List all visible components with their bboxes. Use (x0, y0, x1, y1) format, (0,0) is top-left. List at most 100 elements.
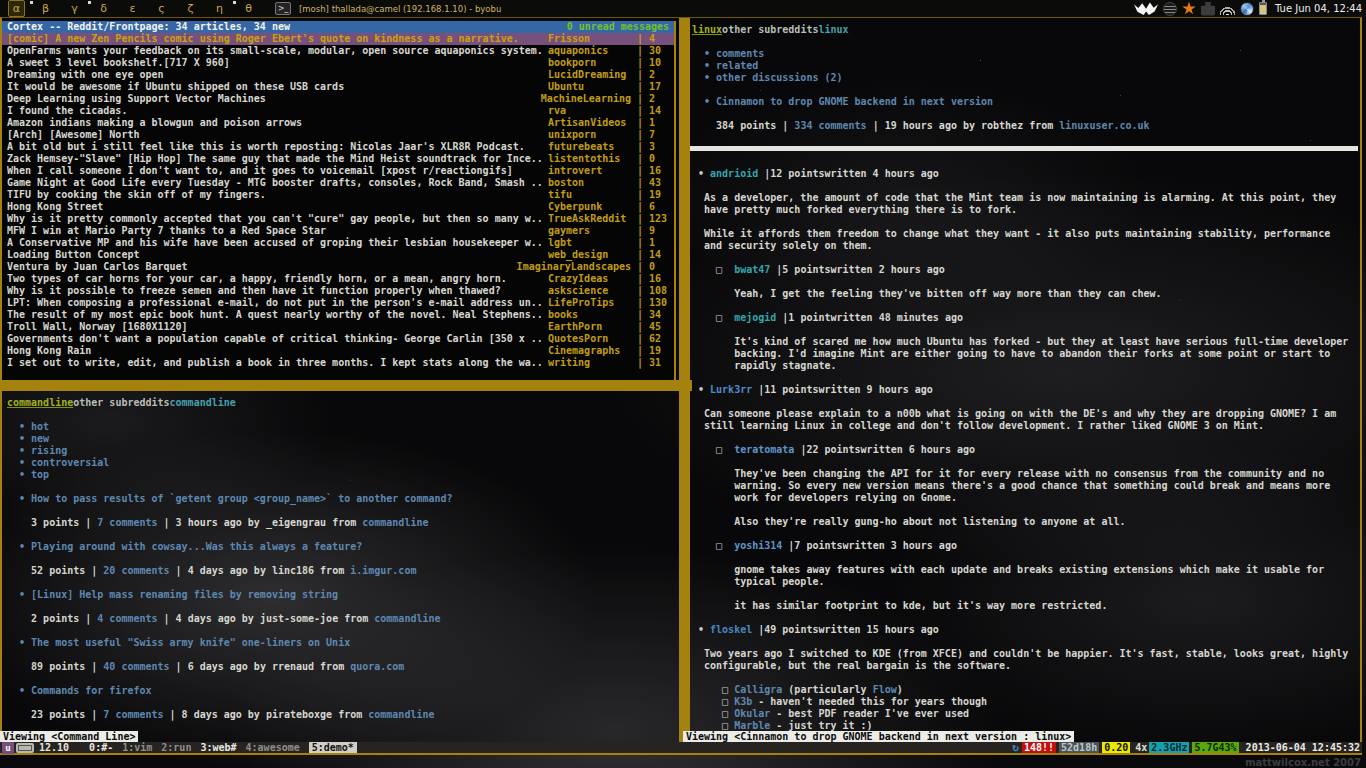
article-title: [Arch] [Awesome] North (7, 129, 544, 141)
article-row[interactable]: The result of my most epic book hunt. A … (2, 309, 674, 321)
plugin-tray-icon[interactable] (1201, 2, 1215, 16)
article-row[interactable]: When I call someone I don't want to, and… (2, 165, 674, 177)
tmux-window-5[interactable]: 5:demo* (309, 742, 357, 753)
article-row[interactable]: Why is it pretty commonly accepted that … (2, 213, 674, 225)
starburst-tray-icon[interactable] (1182, 2, 1196, 16)
article-row[interactable]: It would be awesome if Ubuntu shipped on… (2, 81, 674, 93)
article-meta: lgbt| 1 (548, 237, 668, 249)
post-meta: 52 points | 20 comments | 4 days ago by … (2, 565, 678, 577)
tmux-window-2[interactable]: 2:run (161, 742, 191, 753)
battery-icon[interactable] (1259, 2, 1267, 15)
article-title: Governments don't want a population capa… (7, 333, 544, 345)
blank-line (690, 252, 1362, 264)
subreddit-tab[interactable]: commandline (170, 397, 236, 408)
article-row[interactable]: Two types of car horns for your car, a h… (2, 273, 674, 285)
comment-header[interactable]: • floskel |49 pointswritten 15 hours ago (690, 624, 1362, 636)
terminal-icon[interactable]: >_ (275, 2, 291, 15)
tmux-window-0[interactable]: 0:#- (89, 742, 113, 753)
post-link[interactable]: • The most useful "Swiss army knife" one… (2, 637, 678, 649)
article-row[interactable]: I found the cicadas.rva| 14 (2, 105, 674, 117)
status-segment-6: 2013-06-04 12:45:32 (1244, 742, 1362, 753)
article-row[interactable]: Governments don't want a population capa… (2, 333, 674, 345)
article-row[interactable]: Amazon indians making a blowgun and pois… (2, 117, 674, 129)
post-link[interactable]: • Playing around with cowsay...Was this … (2, 541, 678, 553)
pane-divider-horizontal[interactable] (0, 380, 692, 391)
section-link-comments[interactable]: • comments (690, 48, 1362, 60)
comment-header[interactable]: □ teratomata |22 pointswritten 6 hours a… (690, 444, 1362, 456)
section-link-rising[interactable]: • rising (2, 445, 678, 457)
tmux-window-1[interactable]: 1:vim (122, 742, 152, 753)
comment-header[interactable]: □ yoshi314 |7 pointswritten 3 hours ago (690, 540, 1362, 552)
article-subreddit: boston (548, 177, 637, 189)
article-row[interactable]: TIFU by cooking the skin off of my finge… (2, 189, 674, 201)
blank-line (690, 132, 1362, 144)
post-link[interactable]: • Commands for firefox (2, 685, 678, 697)
section-link-related[interactable]: • related (690, 60, 1362, 72)
section-link-new[interactable]: • new (2, 433, 678, 445)
active-subreddit-tab[interactable]: linux (692, 24, 722, 35)
subreddit-tab[interactable]: linux (818, 24, 848, 35)
blank-line (690, 396, 1362, 408)
article-row[interactable]: Why is it possible to freeze semen and t… (2, 285, 674, 297)
blank-line (2, 673, 678, 685)
article-row[interactable]: I set out to write, edit, and publish a … (2, 357, 674, 369)
article-row[interactable]: [Arch] [Awesome] Northunixporn| 7 (2, 129, 674, 141)
workspace-9[interactable]: θ (240, 1, 257, 16)
workspace-3[interactable]: γ (66, 1, 83, 16)
article-row[interactable]: A sweet 3 level bookshelf.[717 X 960]boo… (2, 57, 674, 69)
article-row[interactable]: Game Night at Good Life every Tuesday - … (2, 177, 674, 189)
post-link[interactable]: • [Linux] Help mass renaming files by re… (2, 589, 678, 601)
article-row[interactable]: Troll Wall, Norway [1680X1120]EarthPorn|… (2, 321, 674, 333)
workspace-4[interactable]: δ (95, 1, 112, 16)
article-count: | 16 (637, 273, 668, 285)
clock[interactable]: Tue Jun 04, 12:44 (1275, 3, 1362, 14)
article-row[interactable]: Zack Hemsey-"Slave" [Hip Hop] The same g… (2, 153, 674, 165)
music-tray-icon[interactable] (1163, 2, 1177, 16)
article-row[interactable]: MFW I win at Mario Party 7 thanks to a R… (2, 225, 674, 237)
article-row[interactable]: Deep Learning using Support Vector Machi… (2, 93, 674, 105)
tmux-window-4[interactable]: 4:awesome (246, 742, 300, 753)
bird-tray-icon[interactable] (1134, 2, 1158, 16)
blank-line (690, 156, 1362, 168)
article-row[interactable]: [comic] A new Zen Pencils comic using Ro… (2, 33, 674, 45)
comment-header[interactable]: □ mejogid |1 pointwritten 48 minutes ago (690, 312, 1362, 324)
article-title: Loading Button Concept (7, 249, 544, 261)
section-link-top[interactable]: • top (2, 469, 678, 481)
cortex-header-title: Cortex -- Reddit/Frontpage: 34 articles,… (7, 21, 290, 33)
comment-header[interactable]: □ bwat47 |5 pointswritten 2 hours ago (690, 264, 1362, 276)
workspace-6[interactable]: ς (153, 1, 170, 16)
workspace-8[interactable]: η (211, 1, 228, 16)
comment-list-item[interactable]: □ Calligra (particularly Flow) (690, 684, 1362, 696)
wifi-icon[interactable] (1220, 6, 1235, 15)
article-row[interactable]: LPT: When composing a professional e-mai… (2, 297, 674, 309)
post-link[interactable]: • How to pass results of `getent group <… (2, 493, 678, 505)
comment-list-item[interactable]: □ K3b - haven't needed this for years th… (690, 696, 1362, 708)
status-segment-4: 2.3GHz (1149, 742, 1189, 753)
article-row[interactable]: Ventura by Juan Carlos BarquetImaginaryL… (2, 261, 674, 273)
article-row[interactable]: Loading Button Conceptweb_design| 14 (2, 249, 674, 261)
article-row[interactable]: Dreaming with one eye openLucidDreaming|… (2, 69, 674, 81)
tmux-window-3[interactable]: 3:web# (200, 742, 236, 753)
article-meta: MachineLearning| 2 (541, 93, 668, 105)
section-link-hot[interactable]: • hot (2, 421, 678, 433)
workspace-7[interactable]: ζ (182, 1, 199, 16)
section-link-controversial[interactable]: • controversial (2, 457, 678, 469)
article-row[interactable]: Hong Kong RainCinemagraphs| 19 (2, 345, 674, 357)
top-panel: αβγδεςζηθ >_ [mosh] thallada@camel (192.… (0, 0, 1366, 17)
release-version: 12.10 (39, 742, 69, 753)
comment-header[interactable]: • andrioid |12 pointswritten 4 hours ago (690, 168, 1362, 180)
post-title-link[interactable]: • Cinnamon to drop GNOME backend in next… (690, 96, 1362, 108)
swirl-tray-icon[interactable] (1240, 2, 1254, 16)
article-row[interactable]: A bit old but i still feel like this is … (2, 141, 674, 153)
workspace-2[interactable]: β (37, 1, 54, 16)
workspace-5[interactable]: ε (124, 1, 141, 16)
comment-header[interactable]: • Lurk3rr |11 pointswritten 9 hours ago (690, 384, 1362, 396)
article-row[interactable]: OpenFarms wants your feedback on its sma… (2, 45, 674, 57)
article-row[interactable]: Hong Kong StreetCyberpunk| 6 (2, 201, 674, 213)
section-link-other[interactable]: • other discussions (2) (690, 72, 1362, 84)
comment-list-item[interactable]: □ Okular - best PDF reader I've ever use… (690, 708, 1362, 720)
active-subreddit-tab[interactable]: commandline (7, 397, 73, 408)
workspace-1[interactable]: α (8, 0, 25, 17)
blank-line (690, 432, 1362, 444)
article-row[interactable]: A Conservative MP and his wife have been… (2, 237, 674, 249)
